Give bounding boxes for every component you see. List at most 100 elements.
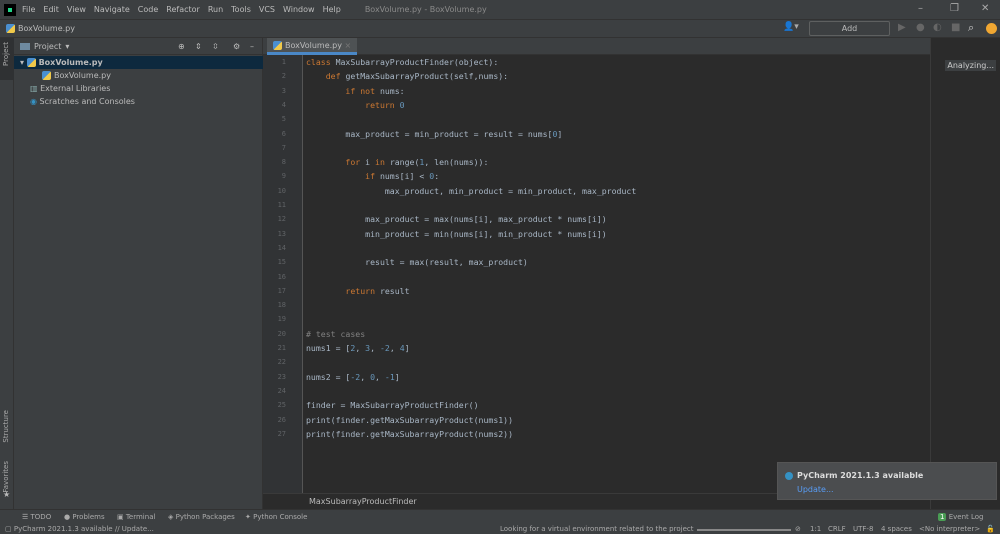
run-icon[interactable]: ▶ [898,22,906,33]
code-token: -2 [350,371,361,382]
project-view-selector[interactable]: Project [34,42,61,51]
code-token: : [434,171,440,182]
tab-python-console[interactable]: ✦ Python Console [245,513,307,521]
code-token: def [306,71,346,82]
status-message[interactable]: ▢ PyCharm 2021.1.3 available // Update..… [5,525,154,533]
notification-title: PyCharm 2021.1.3 available [797,471,924,480]
tree-item-root[interactable]: ▾ BoxVolume.py [14,56,263,69]
code-line[interactable]: class MaxSubarrayProductFinder(object): [306,57,498,67]
tree-item-external-libraries[interactable]: ▥ External Libraries [14,82,263,95]
code-token: -1 [384,371,395,382]
star-icon: ★ [3,490,11,499]
code-token: , [360,371,371,382]
favorites-tool-tab[interactable]: Favorites [2,461,10,493]
editor[interactable]: BoxVolume.py × 1 2 3 4 5 6 7 8 9 10 11 12 13 14 15 16 17… [263,38,930,509]
folder-icon [20,42,30,50]
code-line[interactable]: # test cases [306,329,365,339]
pycharm-logo-icon [4,3,16,16]
menu-edit[interactable]: Edit [43,5,59,14]
window-title: BoxVolume.py - BoxVolume.py [364,5,487,14]
update-icon[interactable] [986,23,997,34]
caret-position[interactable]: 1:1 [810,525,821,533]
nav-file[interactable]: BoxVolume.py [18,24,75,33]
project-tool-tab[interactable]: Project [2,42,10,66]
tree-item-scratches[interactable]: ◉ Scratches and Consoles [14,95,263,108]
interpreter-selector[interactable]: <No interpreter> [919,525,980,533]
structure-tool-tab[interactable]: Structure [2,410,10,443]
code-line[interactable]: min_product = min(nums[i], min_product *… [306,229,607,239]
line-number: 16 [277,272,286,281]
code-line[interactable]: max_product = min_product = result = num… [306,129,562,139]
code-token: max_product = min_product = result = num… [306,128,553,139]
code-token: result = max(result, max_product) [306,257,528,268]
event-log-button[interactable]: 1 Event Log [938,513,983,521]
code-line[interactable]: if nums[i] < 0: [306,171,439,181]
stop-icon[interactable]: ■ [951,22,960,33]
code-line[interactable]: print(finder.getMaxSubarrayProduct(nums1… [306,415,513,425]
file-encoding[interactable]: UTF-8 [853,525,873,533]
menu-vcs[interactable]: VCS [259,5,275,14]
code-token: ] [404,343,410,353]
user-icon[interactable]: 👤▾ [783,22,799,32]
coverage-icon[interactable]: ◐ [933,22,942,33]
update-link[interactable]: Update... [797,485,834,494]
code-token: -2 [379,343,390,353]
code-line[interactable]: def getMaxSubarrayProduct(self,nums): [306,71,508,81]
close-icon[interactable]: ✕ [981,3,989,14]
code-token: nums[i] < [379,171,430,182]
code-line[interactable]: print(finder.getMaxSubarrayProduct(nums2… [306,429,513,439]
tab-problems[interactable]: ● Problems [64,513,105,521]
left-tool-strip: Project Structure Favorites ★ [0,38,14,509]
collapse-all-icon[interactable]: ⇳ [212,42,219,51]
menu-file[interactable]: File [22,5,35,14]
add-configuration-button[interactable]: Add Configuration... [809,21,890,46]
code-line[interactable]: return 0 [306,99,404,110]
code-token: nums2 = [ [306,371,351,382]
menu-refactor[interactable]: Refactor [166,5,200,14]
gear-icon[interactable]: ⚙ [233,42,240,51]
code-line[interactable]: return result [306,286,409,296]
locate-icon[interactable]: ⊕ [178,42,185,51]
line-number: 22 [277,358,286,367]
code-line[interactable]: result = max(result, max_product) [306,257,528,267]
tree-item-file[interactable]: BoxVolume.py [14,69,263,82]
search-icon[interactable]: ⌕ [968,21,974,35]
code-line[interactable]: for i in range(1, len(nums)): [306,157,488,167]
right-panel: Analyzing... [930,38,1000,509]
tab-python-packages[interactable]: ◈ Python Packages [168,513,235,521]
menu-tools[interactable]: Tools [231,5,251,14]
bottom-tool-tabs: ☰ TODO ● Problems ▣ Terminal ◈ Python Pa… [0,509,1000,525]
analyzing-status: Analyzing... [945,60,996,71]
menu-help[interactable]: Help [323,5,341,14]
code-token: finder = MaxSubarrayProductFinder() [306,400,479,411]
restore-icon[interactable]: ❐ [950,3,959,14]
menu-navigate[interactable]: Navigate [94,5,130,14]
tab-todo[interactable]: ☰ TODO [22,513,51,521]
menu-code[interactable]: Code [138,5,158,14]
code-line[interactable]: max_product = max(nums[i], max_product *… [306,214,607,224]
minimize-icon[interactable]: – [918,3,923,14]
line-number: 11 [277,201,286,209]
code-line[interactable]: nums2 = [-2, 0, -1] [306,372,400,382]
code-line[interactable]: if not nums: [306,86,404,96]
menu-view[interactable]: View [67,5,86,14]
background-task-text: Looking for a virtual environment relate… [500,525,694,533]
menu-run[interactable]: Run [208,5,223,14]
expand-all-icon[interactable]: ⇕ [195,42,202,51]
code-line[interactable]: max_product, min_product = min_product, … [306,186,636,196]
code-line[interactable]: nums1 = [2, 3, -2, 4] [306,343,410,353]
tab-terminal[interactable]: ▣ Terminal [117,513,155,521]
cancel-task-icon[interactable]: ⊘ [795,525,801,533]
lock-icon[interactable]: 🔓 [986,525,995,533]
line-separator[interactable]: CRLF [828,525,846,533]
title-bar: File Edit View Navigate Code Refactor Run Tools… [0,0,1000,19]
hide-icon[interactable]: – [250,42,254,51]
indent-setting[interactable]: 4 spaces [881,525,912,533]
code-token: , [389,343,400,353]
debug-icon[interactable]: ● [916,22,925,33]
code-token: return [306,99,400,110]
menu-window[interactable]: Window [283,5,315,14]
line-number: 20 [277,329,286,338]
code-line[interactable]: finder = MaxSubarrayProductFinder() [306,400,479,410]
tab-boxvolume[interactable]: BoxVolume.py × [267,38,358,55]
